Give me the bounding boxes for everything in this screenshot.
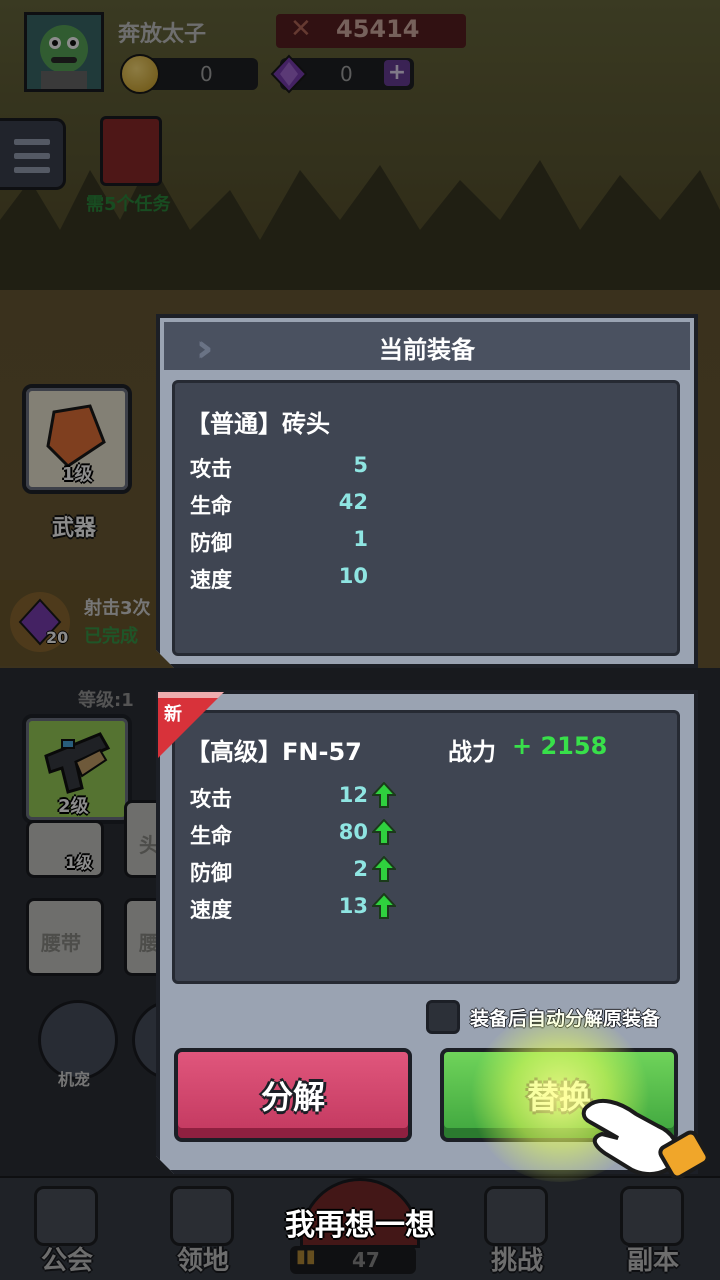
new-item-name: 【高级】FN-57 <box>186 738 362 766</box>
current-stat-value: 10 <box>338 564 368 588</box>
current-stat-label: 攻击 <box>190 457 232 481</box>
new-stat-label: 防御 <box>190 861 232 885</box>
stat-up-arrow-icon <box>372 819 396 845</box>
stat-up-arrow-icon <box>372 856 396 882</box>
new-stat-value: 2 <box>353 857 368 881</box>
decompose-button-label: 分解 <box>260 1078 325 1116</box>
current-stat-label: 防御 <box>190 531 232 555</box>
stat-up-arrow-icon <box>372 893 396 919</box>
new-stat-value: 80 <box>338 820 368 844</box>
new-badge-text: 新 <box>164 704 182 725</box>
power-gain-value: + 2158 <box>512 732 608 760</box>
current-stat-label: 生命 <box>190 494 232 518</box>
decompose-button[interactable]: 分解 <box>174 1048 412 1142</box>
new-stat-label: 生命 <box>190 824 232 848</box>
power-label: 战力 <box>448 738 496 766</box>
new-stat-label: 攻击 <box>190 787 232 811</box>
current-item-name: 【普通】砖头 <box>186 410 330 438</box>
think-again-button[interactable]: 我再想一想 <box>0 1200 720 1244</box>
current-stat-value: 42 <box>338 490 368 514</box>
current-stat-label: 速度 <box>190 568 232 592</box>
stat-up-arrow-icon <box>372 782 396 808</box>
tutorial-pointer-hand-icon <box>581 1098 710 1180</box>
current-equipment-title: 当前装备 <box>379 336 475 364</box>
current-stat-value: 1 <box>353 527 368 551</box>
current-stat-value: 5 <box>353 453 368 477</box>
new-stat-label: 速度 <box>190 898 232 922</box>
new-stat-value: 13 <box>338 894 368 918</box>
new-stat-value: 12 <box>338 783 368 807</box>
auto-decompose-checkbox[interactable] <box>426 1000 460 1034</box>
